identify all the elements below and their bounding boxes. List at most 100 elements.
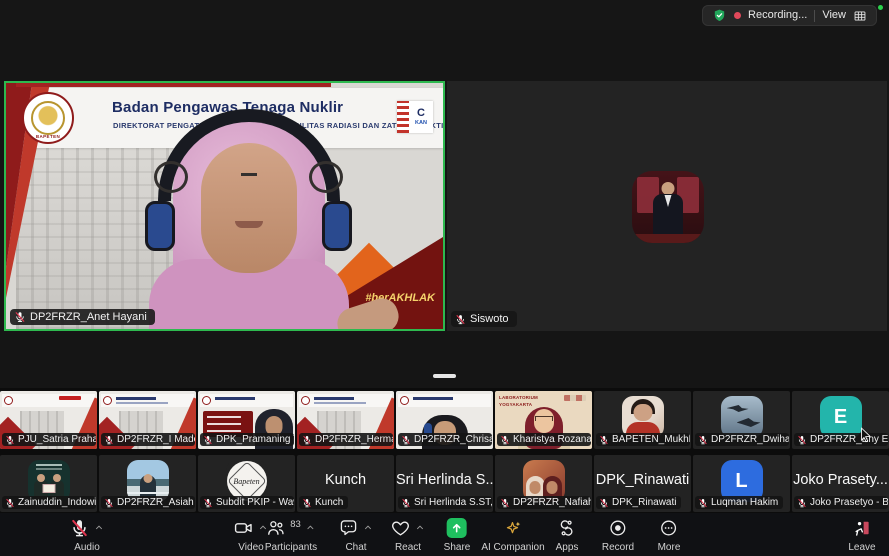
toolbar-button-label: Audio [74, 543, 100, 553]
display-name: DPK_Rinawati [594, 472, 691, 488]
react-button[interactable]: React [391, 516, 426, 553]
participants-count: 83 [290, 519, 301, 530]
avatar [632, 171, 704, 243]
participant-tile[interactable]: Zainuddin_Indowire [0, 455, 97, 512]
thumbnail-row-1: PJU_Satria Prahara DP2FRZR_I Made Ard... D… [0, 391, 889, 449]
bapeten-logo-label: BAPETEN [24, 134, 72, 139]
video-button[interactable]: Video [234, 516, 269, 553]
muted-mic-icon [203, 498, 213, 508]
overlay-text: LABORATORIUMYOGYAKARTA [499, 395, 538, 409]
muted-mic-icon [797, 435, 807, 445]
muted-mic-icon [5, 498, 15, 508]
encryption-shield-icon [712, 8, 727, 23]
participant-tile[interactable]: DP2FRZR_Dwihardjo... [693, 391, 790, 449]
video-stage: Badan Pengawas Tenaga Nuklir DIREKTORAT … [0, 30, 889, 388]
muted-mic-icon [698, 435, 708, 445]
participant-tile[interactable]: KunchKunch [297, 455, 394, 512]
chevron-up-icon[interactable] [94, 522, 105, 533]
pill-divider [814, 10, 815, 22]
participant-tile[interactable]: Joko Prasety...Joko Prasetyo - BRIN [792, 455, 889, 512]
participant-name: Luqman Hakim [711, 497, 778, 508]
participant-tile[interactable]: DP2FRZR_I Made Ard... [99, 391, 196, 449]
avatar [721, 396, 763, 438]
camera-icon [234, 518, 254, 538]
audio-button[interactable]: Audio [70, 516, 105, 553]
more-button[interactable]: More [658, 516, 681, 553]
participant-name-tag: BAPETEN_Mukhlisin [596, 433, 690, 446]
participant-tile[interactable]: DP2FRZR_Chrisantus... [396, 391, 493, 449]
muted-mic-icon [203, 435, 213, 445]
participants-button[interactable]: 83 Participants [265, 516, 317, 553]
toolbar-button-label: Video [238, 543, 263, 553]
thumbnail-strip-drag-handle[interactable] [433, 374, 456, 378]
chevron-up-icon[interactable] [305, 522, 316, 533]
participant-name: Zainuddin_Indowire [18, 497, 96, 508]
recording-dot-icon [734, 12, 741, 19]
record-button[interactable]: Record [602, 516, 634, 553]
people-icon [266, 518, 286, 538]
muted-mic-icon [599, 498, 609, 508]
ai-companion-button[interactable]: AI Companion [481, 516, 544, 553]
toolbar-button-label: Participants [265, 543, 317, 553]
participant-name-tag: Luqman Hakim [695, 496, 783, 509]
participant-name: DP2FRZR_I Made Ard... [117, 434, 195, 445]
participant-name: DP2FRZR_Eny Erawati [810, 434, 888, 445]
muted-mic-icon [104, 435, 114, 445]
chat-icon [339, 518, 359, 538]
speaker-video-person [146, 117, 351, 331]
view-button[interactable]: View [822, 10, 846, 21]
participant-name: Subdit PKIP - Wawan... [216, 497, 294, 508]
participant-name-tag: DP2FRZR_Dwihardjo... [695, 433, 789, 446]
participant-name-tag: DP2FRZR_Chrisantus... [398, 433, 492, 446]
avatar [622, 396, 664, 438]
toolbar-button-label: More [658, 543, 681, 553]
participant-tile[interactable]: LABORATORIUMYOGYAKARTA Kharistya Rozana-B… [495, 391, 592, 449]
avatar-initial: E [820, 396, 862, 438]
gallery-grid-icon[interactable] [853, 9, 867, 23]
participant-tile[interactable]: DPK_Pramaning Tri H... [198, 391, 295, 449]
muted-mic-icon [455, 314, 466, 325]
participant-name-tag: DP2FRZR_Nafiah [497, 496, 591, 509]
active-speaker-tile[interactable]: Badan Pengawas Tenaga Nuklir DIREKTORAT … [4, 81, 445, 331]
participant-tile[interactable]: DP2FRZR_Hermawan... [297, 391, 394, 449]
participant-tile[interactable]: DP2FRZR_Nafiah [495, 455, 592, 512]
thumbnail-row-2: Zainuddin_Indowire DP2FRZR_Asiah Has...Ba… [0, 455, 889, 512]
participant-name: DPK_Rinawati [612, 497, 676, 508]
participant-name: DP2FRZR_Asiah Has... [117, 497, 195, 508]
participant-tile[interactable]: LLuqman Hakim [693, 455, 790, 512]
meeting-toolbar: Audio Video 83 Participants Chat React Share AI… [0, 513, 889, 556]
muted-mic-icon [599, 435, 609, 445]
participant-tile[interactable]: Sri Herlinda S... Sri Herlinda S.ST, M.Si [396, 455, 493, 512]
toolbar-button-label: Apps [556, 543, 579, 553]
participant-name: Siswoto [470, 313, 509, 325]
participant-name: DPK_Pramaning Tri H... [216, 434, 294, 445]
red-top-bar-decor [16, 83, 331, 87]
chat-button[interactable]: Chat [339, 516, 374, 553]
participant-name-tag: DPK_Rinawati [596, 496, 681, 509]
leave-button[interactable]: Leave [848, 516, 875, 553]
participant-name: DP2FRZR_Chrisantus... [414, 434, 492, 445]
mouse-cursor [858, 426, 875, 443]
apps-button[interactable]: Apps [556, 516, 579, 553]
participant-tile[interactable]: DPK_Rinawati DPK_Rinawati [594, 455, 691, 512]
participant-name: Joko Prasetyo - BRIN [810, 497, 888, 508]
display-name: Kunch [297, 472, 394, 488]
toolbar-button-label: Share [444, 543, 471, 553]
share-button[interactable]: Share [444, 516, 471, 553]
participant-tile[interactable]: BapetenSubdit PKIP - Wawan... [198, 455, 295, 512]
participant-tile[interactable]: BAPETEN_Mukhlisin [594, 391, 691, 449]
participant-name-tag: DPK_Pramaning Tri H... [200, 433, 294, 446]
toolbar-button-label: React [395, 543, 421, 553]
iso-kan-certification-logo: C KAN [397, 101, 433, 133]
participant-name-tag: Siswoto [451, 311, 517, 327]
display-name: Sri Herlinda S... [396, 472, 493, 488]
participant-tile[interactable]: PJU_Satria Prahara [0, 391, 97, 449]
participant-tile[interactable]: DP2FRZR_Asiah Has... [99, 455, 196, 512]
muted-mic-icon [14, 311, 26, 323]
participant-name-tag: Subdit PKIP - Wawan... [200, 496, 294, 509]
participant-name-tag: Sri Herlinda S.ST, M.Si [398, 496, 492, 509]
chevron-up-icon[interactable] [415, 522, 426, 533]
participant-name: Kharistya Rozana-BRIN [513, 434, 591, 445]
chevron-up-icon[interactable] [363, 522, 374, 533]
participant-tile-siswoto[interactable]: Siswoto [447, 81, 887, 331]
